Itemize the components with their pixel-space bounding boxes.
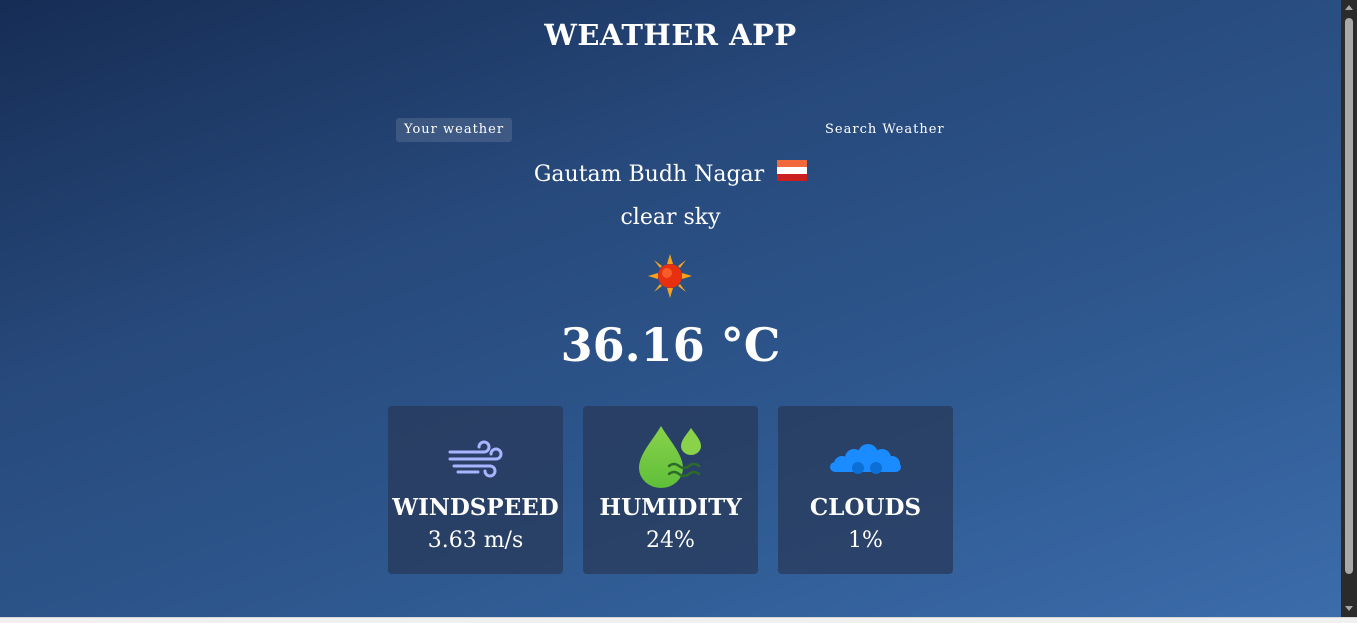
scroll-up-arrow-icon[interactable] [1345, 5, 1353, 10]
clouds-label: CLOUDS [809, 494, 922, 521]
wind-icon [388, 424, 563, 488]
app-title: WEATHER APP [544, 18, 797, 52]
humidity-icon [583, 424, 758, 488]
weather-app-page: WEATHER APP Your weather Search Weather … [0, 0, 1341, 617]
temperature-value: 36.16 °C [560, 318, 781, 372]
sun-icon [648, 254, 692, 298]
scroll-thumb[interactable] [1345, 18, 1353, 574]
clouds-icon [778, 424, 953, 488]
humidity-card: HUMIDITY 24% [583, 406, 758, 574]
windspeed-label: WINDSPEED [392, 494, 559, 521]
scroll-down-arrow-icon[interactable] [1345, 606, 1353, 611]
windspeed-value: 3.63 m/s [427, 528, 524, 553]
tab-your-weather[interactable]: Your weather [396, 118, 513, 142]
tab-search-weather[interactable]: Search Weather [817, 118, 953, 142]
country-flag-icon [777, 160, 808, 182]
humidity-label: HUMIDITY [599, 494, 742, 521]
clouds-value: 1% [848, 528, 883, 553]
weather-description: clear sky [620, 205, 721, 230]
horizontal-scrollbar[interactable] [0, 617, 1357, 623]
location-line: Gautam Budh Nagar [0, 160, 1341, 187]
vertical-scrollbar[interactable] [1341, 0, 1357, 617]
clouds-card: CLOUDS 1% [778, 406, 953, 574]
city-name: Gautam Budh Nagar [533, 162, 765, 187]
windspeed-card: WINDSPEED 3.63 m/s [388, 406, 563, 574]
humidity-value: 24% [646, 528, 695, 553]
